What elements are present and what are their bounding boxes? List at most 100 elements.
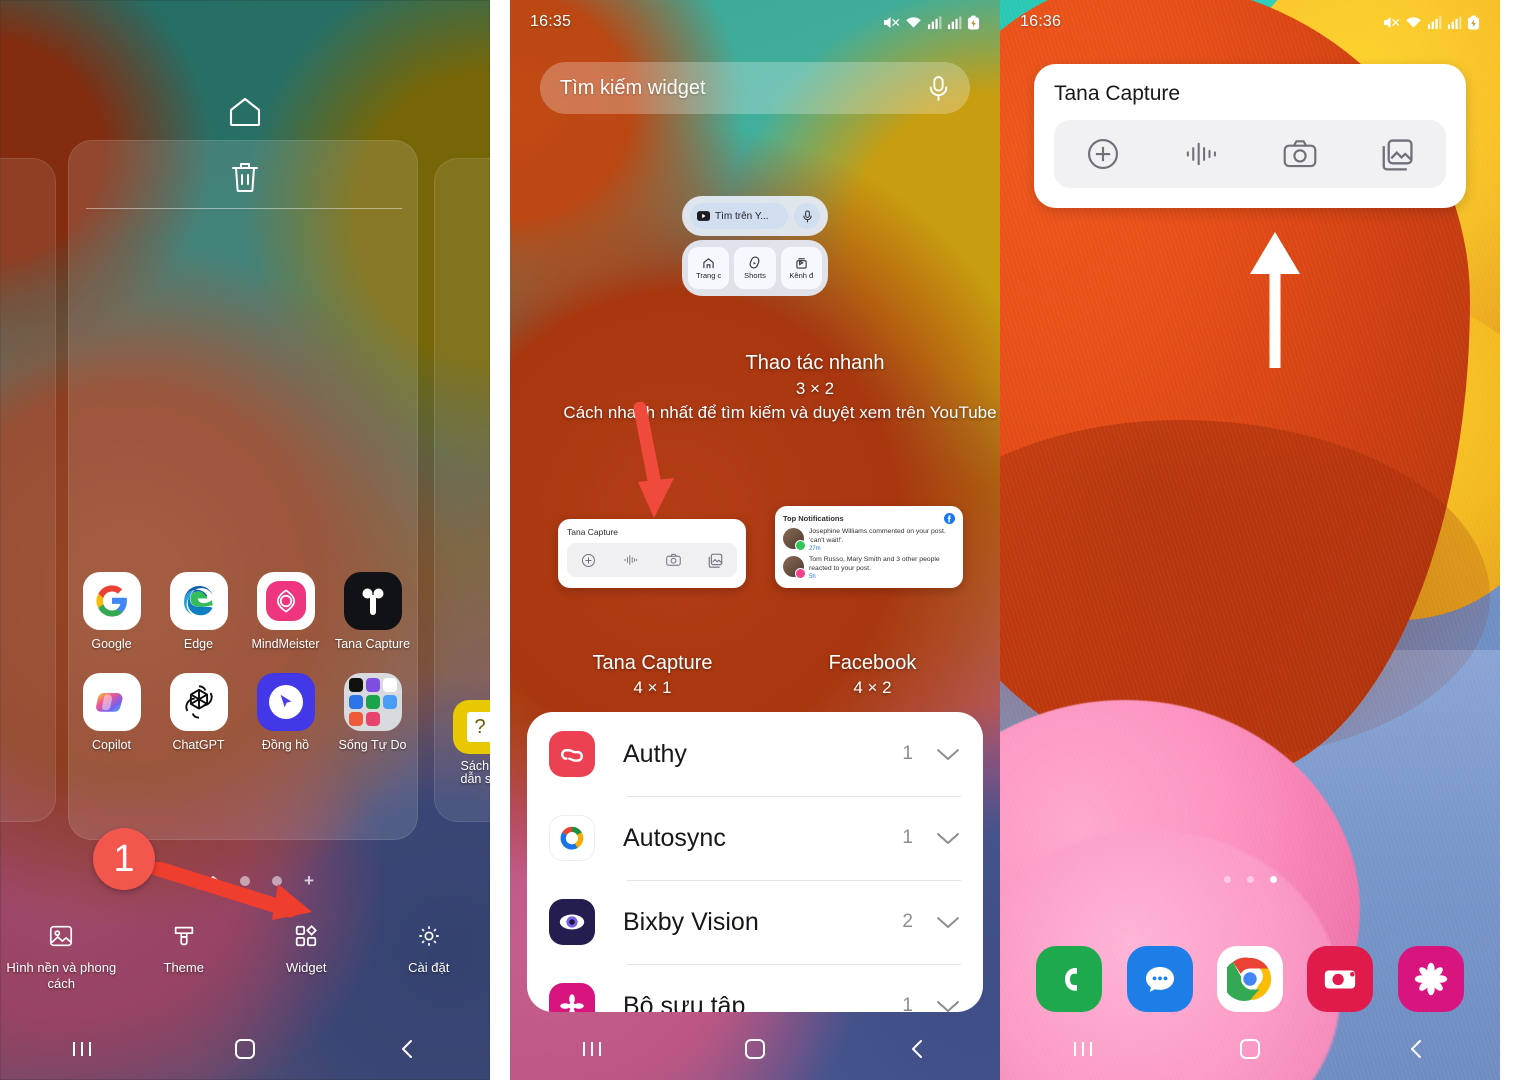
page-dot[interactable] xyxy=(240,876,250,886)
widget-title: Tana Capture xyxy=(1054,82,1181,105)
preview-title: Tana Capture xyxy=(567,527,619,537)
copilot-icon xyxy=(82,673,141,731)
back-button[interactable] xyxy=(327,1037,490,1066)
facebook-header-label: Top Notifications xyxy=(783,514,844,523)
camera-icon[interactable] xyxy=(1283,139,1317,169)
back-button[interactable] xyxy=(1333,1037,1500,1066)
microphone-icon[interactable] xyxy=(927,75,950,102)
home-page-icon[interactable] xyxy=(0,96,490,131)
app-dong-ho[interactable]: Đồng hồ xyxy=(242,673,329,752)
gallery-stack-icon xyxy=(708,553,723,568)
list-item-count: 2 xyxy=(902,911,913,932)
page-dot-current[interactable] xyxy=(208,876,218,886)
widget-preview-facebook[interactable]: Top Notifications Josephine Williams com… xyxy=(775,506,963,588)
signal-icon-1 xyxy=(927,15,942,29)
youtube-tile-shorts: Shorts xyxy=(734,247,776,289)
gallery-stack-icon[interactable] xyxy=(1381,138,1414,171)
battery-icon xyxy=(1467,15,1480,29)
tana-capture-icon xyxy=(343,572,402,630)
dock-item-messages[interactable] xyxy=(1126,946,1193,1012)
toolbar-item-settings[interactable]: Cài đặt xyxy=(368,918,491,992)
navigation-bar-3 xyxy=(1000,1037,1500,1066)
app-label: Sách h dẫn sử xyxy=(460,759,490,786)
youtube-tile-home: Trang c xyxy=(688,247,730,289)
app-folder-song-tu-do[interactable]: Sống Tự Do xyxy=(329,673,416,752)
app-label: Tana Capture xyxy=(334,637,411,651)
dock-item-gallery[interactable] xyxy=(1397,946,1464,1012)
callout-badge-1: 1 xyxy=(93,828,155,890)
toolbar-item-wallpaper[interactable]: Hình nền và phong cách xyxy=(0,918,123,992)
youtube-widget-preview[interactable]: Tìm trên Y... Trang c Shorts Kênh đ xyxy=(682,196,828,296)
app-chatgpt[interactable]: ChatGPT xyxy=(155,673,242,752)
app-copilot[interactable]: Copilot xyxy=(68,673,155,752)
app-partial-sach-huong-dan[interactable]: ? Sách h dẫn sử xyxy=(440,700,490,786)
chevron-down-icon[interactable] xyxy=(935,746,961,762)
home-button[interactable] xyxy=(1167,1037,1334,1066)
recents-button[interactable] xyxy=(510,1038,673,1065)
home-button[interactable] xyxy=(673,1037,836,1066)
app-google[interactable]: Google xyxy=(68,572,155,651)
youtube-tile-label: Kênh đ xyxy=(789,270,814,280)
plus-circle-icon[interactable] xyxy=(1086,137,1120,171)
page-dot-current[interactable] xyxy=(1269,876,1277,883)
camera-icon xyxy=(666,553,681,566)
remove-page-trash-icon[interactable] xyxy=(0,160,490,199)
app-label: Sống Tự Do xyxy=(338,738,407,752)
youtube-search-pill: Tìm trên Y... xyxy=(690,203,788,229)
tana-capture-widget[interactable]: Tana Capture xyxy=(1034,64,1466,208)
youtube-tiles-row: Trang c Shorts Kênh đ xyxy=(682,240,828,296)
panel-gap xyxy=(490,0,510,1080)
list-item-name: Autosync xyxy=(623,823,726,852)
page-dot[interactable] xyxy=(272,876,282,886)
recents-button[interactable] xyxy=(0,1038,163,1065)
panel-home-edit-mode: Google Edge MindMeister Tana Capture Cop… xyxy=(0,0,490,1080)
youtube-icon xyxy=(697,211,710,221)
list-item[interactable]: Bixby Vision 2 xyxy=(549,880,961,964)
youtube-mic-icon xyxy=(794,203,820,229)
remove-page-icon[interactable]: − xyxy=(176,872,186,889)
dock-item-phone[interactable] xyxy=(1036,946,1103,1012)
gear-icon xyxy=(368,918,491,954)
audio-waveform-icon[interactable] xyxy=(1184,140,1218,168)
page-indicator-dots-3 xyxy=(1000,876,1500,883)
chevron-down-icon[interactable] xyxy=(935,998,961,1012)
app-edge[interactable]: Edge xyxy=(155,572,242,651)
chatgpt-icon xyxy=(169,673,228,731)
toolbar-item-theme[interactable]: Theme xyxy=(123,918,246,992)
app-label: Edge xyxy=(183,637,214,651)
home-screen-card-left[interactable] xyxy=(0,158,56,822)
add-page-icon[interactable]: + xyxy=(304,872,314,889)
app-tana-capture[interactable]: Tana Capture xyxy=(329,572,416,651)
list-item[interactable]: Bộ sưu tập 1 xyxy=(549,964,961,1012)
toolbar-item-widget[interactable]: Widget xyxy=(245,918,368,992)
dock-item-camera[interactable] xyxy=(1307,946,1374,1012)
chevron-down-icon[interactable] xyxy=(935,830,961,846)
preview-size-tana-capture: 4 × 1 xyxy=(633,678,672,697)
status-icons xyxy=(1383,15,1480,30)
panel-home-with-widget: 16:36 Tana Capture xyxy=(1000,0,1500,1080)
app-mindmeister[interactable]: MindMeister xyxy=(242,572,329,651)
widget-search-bar[interactable]: Tìm kiếm widget xyxy=(540,62,970,114)
mute-icon xyxy=(1384,16,1400,28)
panel-widget-picker: 16:35 Tìm kiếm widget Tìm trên Y... Tran… xyxy=(510,0,1000,1080)
chevron-down-icon[interactable] xyxy=(935,914,961,930)
list-item[interactable]: Authy 1 xyxy=(549,712,961,796)
folder-icon xyxy=(343,673,402,731)
search-input[interactable]: Tìm kiếm widget xyxy=(560,77,706,100)
recents-button[interactable] xyxy=(1000,1038,1167,1065)
wifi-icon xyxy=(1406,16,1421,28)
list-item[interactable]: Autosync 1 xyxy=(549,796,961,880)
featured-widget-size: 3 × 2 xyxy=(795,379,835,398)
toolbar-label: Widget xyxy=(286,960,327,975)
preview-action-bar xyxy=(567,543,737,577)
widget-preview-tana-capture[interactable]: Tana Capture xyxy=(558,519,746,588)
home-button[interactable] xyxy=(163,1037,326,1066)
widget-app-list-sheet: Authy 1 Autosync 1 Bixby Vision 2 Bộ sưu… xyxy=(527,712,983,1012)
dock-item-chrome[interactable] xyxy=(1216,946,1283,1012)
back-button[interactable] xyxy=(837,1037,1000,1066)
page-indicator-dots: − + xyxy=(0,872,490,889)
toolbar-label: Cài đặt xyxy=(408,960,450,975)
wifi-icon xyxy=(906,16,921,28)
page-dot[interactable] xyxy=(1223,876,1231,883)
page-dot[interactable] xyxy=(1246,876,1254,883)
